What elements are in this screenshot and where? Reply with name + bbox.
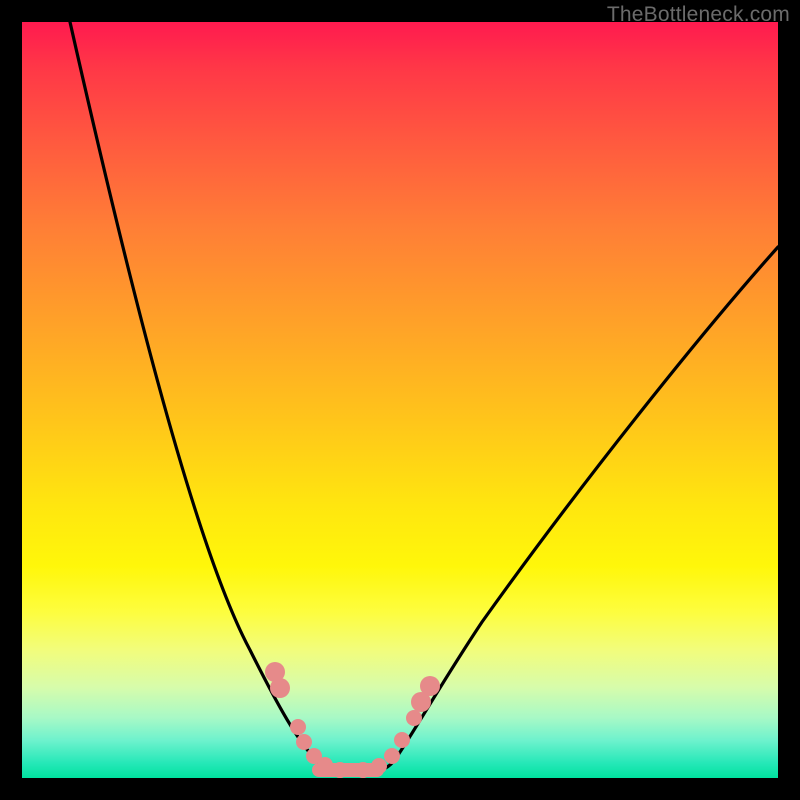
left-curve xyxy=(70,22,340,772)
data-point xyxy=(406,710,422,726)
data-markers xyxy=(265,662,440,778)
data-point xyxy=(355,762,371,778)
chart-svg xyxy=(22,22,778,778)
data-point xyxy=(384,748,400,764)
data-point xyxy=(394,732,410,748)
data-point xyxy=(371,758,387,774)
data-point xyxy=(270,678,290,698)
data-point xyxy=(296,734,312,750)
watermark-text: TheBottleneck.com xyxy=(607,3,790,27)
chart-plot-area xyxy=(22,22,778,778)
data-point xyxy=(420,676,440,696)
data-point xyxy=(317,757,333,773)
data-point xyxy=(332,762,348,778)
data-point xyxy=(290,719,306,735)
